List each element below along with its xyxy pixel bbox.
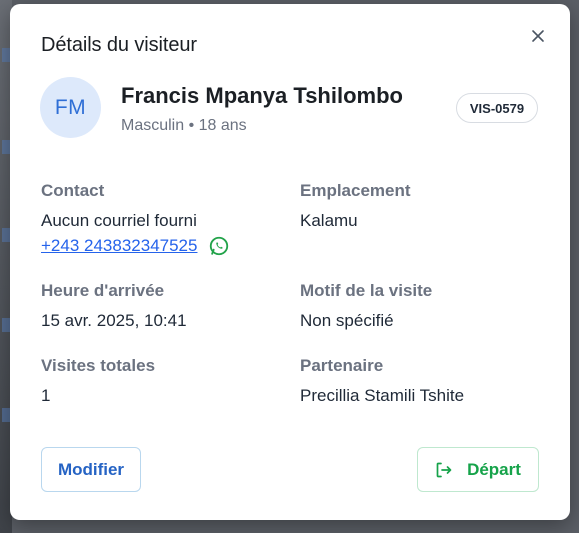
total-visits-label: Visites totales	[41, 356, 156, 375]
phone-link[interactable]: +243 243832347525	[41, 236, 197, 256]
avatar: FM	[40, 77, 101, 138]
total-visits-value: 1	[41, 386, 51, 405]
visitor-name: Francis Mpanya Tshilombo	[121, 83, 403, 108]
backdrop-link-fragment	[2, 228, 10, 242]
whatsapp-icon[interactable]	[208, 235, 230, 257]
location-label: Emplacement	[300, 181, 411, 200]
dialog-title: Détails du visiteur	[41, 34, 197, 56]
location-value: Kalamu	[300, 211, 358, 230]
visitor-details-dialog: Détails du visiteur FM Francis Mpanya Ts…	[10, 4, 570, 520]
arrival-time-label: Heure d'arrivée	[41, 281, 165, 300]
visitor-id-badge: VIS-0579	[456, 93, 538, 123]
backdrop-link-fragment	[2, 408, 10, 422]
contact-label: Contact	[41, 181, 105, 200]
arrival-time-value: 15 avr. 2025, 10:41	[41, 311, 187, 330]
depart-button-label: Départ	[467, 459, 521, 479]
backdrop-link-fragment	[2, 318, 10, 332]
visit-reason-value: Non spécifié	[300, 311, 394, 330]
close-button[interactable]	[525, 23, 551, 49]
visit-reason-label: Motif de la visite	[300, 281, 433, 300]
backdrop-link-fragment	[2, 140, 10, 154]
close-icon	[532, 30, 544, 42]
edit-button-label: Modifier	[57, 459, 125, 479]
partner-label: Partenaire	[300, 356, 384, 375]
depart-button[interactable]: Départ	[417, 447, 539, 492]
visitor-gender-age: Masculin • 18 ans	[121, 117, 247, 134]
backdrop-link-fragment	[2, 48, 10, 62]
partner-value: Precillia Stamili Tshite	[300, 386, 465, 405]
logout-arrow-icon	[436, 462, 452, 477]
edit-button[interactable]: Modifier	[41, 447, 141, 492]
email-value: Aucun courriel fourni	[41, 211, 197, 230]
